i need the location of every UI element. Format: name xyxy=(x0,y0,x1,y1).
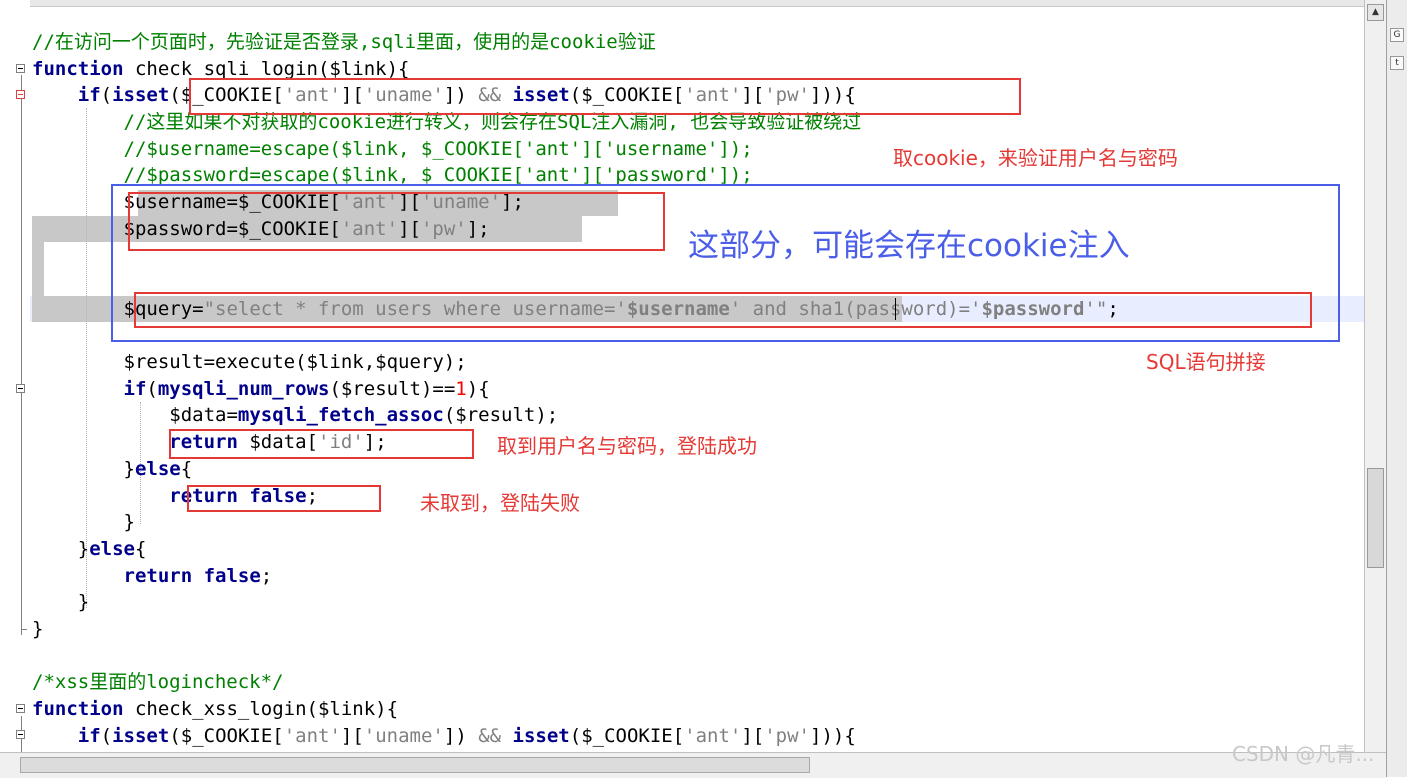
code-line[interactable]: if(isset($_COOKIE['ant']['uname']) && is… xyxy=(32,723,856,749)
code-token: } xyxy=(32,618,44,640)
cookie-check-box xyxy=(189,78,1021,115)
code-token: isset xyxy=(112,84,170,106)
annotation-login-fail: 未取到，登陆失败 xyxy=(420,491,580,515)
scrollbar-thumb[interactable] xyxy=(1367,468,1384,568)
code-line[interactable]: $result=execute($link,$query); xyxy=(32,349,467,375)
code-token: ($result); xyxy=(443,404,559,426)
code-token: 'pw' xyxy=(764,725,810,747)
code-token: isset xyxy=(112,725,170,747)
annotation-login-success: 取到用户名与密码，登陆成功 xyxy=(497,434,757,458)
panel-button[interactable]: G xyxy=(1390,28,1404,42)
fold-toggle-icon[interactable] xyxy=(16,90,25,99)
code-token: 'ant' xyxy=(684,725,742,747)
code-token: ){ xyxy=(466,378,490,400)
code-token: $result=execute($link,$query); xyxy=(32,351,467,373)
code-token: ]) xyxy=(443,725,479,747)
fold-gutter xyxy=(0,0,30,752)
code-token: else xyxy=(89,538,135,560)
fold-toggle-icon[interactable] xyxy=(16,64,25,73)
annotation-sql-concat: SQL语句拼接 xyxy=(1146,350,1266,374)
code-token: /*xss里面的logincheck*/ xyxy=(32,671,284,693)
code-editor[interactable]: //在访问一个页面时，先验证是否登录,sqli里面，使用的是cookie验证 fu… xyxy=(0,0,1364,752)
code-token: else xyxy=(134,458,181,480)
code-token: isset xyxy=(512,725,570,747)
code-token: } xyxy=(32,538,90,560)
code-token: { xyxy=(134,538,147,560)
code-token: ])){ xyxy=(810,725,856,747)
code-token: if xyxy=(123,378,147,400)
code-token: mysqli_num_rows xyxy=(157,378,330,400)
code-token: } xyxy=(32,511,135,533)
code-token: { xyxy=(180,458,193,480)
code-token: return false xyxy=(123,565,261,587)
code-line[interactable]: //在访问一个页面时，先验证是否登录,sqli里面，使用的是cookie验证 xyxy=(32,29,656,55)
code-line[interactable]: if(mysqli_num_rows($result)==1){ xyxy=(32,376,490,402)
code-token: ( xyxy=(100,725,113,747)
code-line[interactable]: $data=mysqli_fetch_assoc($result); xyxy=(32,402,558,428)
code-token: check_xss_login($link){ xyxy=(123,698,399,720)
horizontal-scrollbar-thumb[interactable] xyxy=(20,757,810,773)
code-token: if xyxy=(77,84,101,106)
scroll-up-icon[interactable]: ▲ xyxy=(1367,4,1384,21)
code-token: ($result)== xyxy=(329,378,456,400)
code-line[interactable]: } xyxy=(32,509,135,535)
code-line[interactable]: } xyxy=(32,589,89,615)
selection-highlight xyxy=(32,242,44,296)
code-token: //在访问一个页面时，先验证是否登录,sqli里面，使用的是cookie验证 xyxy=(32,31,656,53)
annotation-injection: 这部分，可能会存在cookie注入 xyxy=(688,228,1130,264)
horizontal-scrollbar[interactable] xyxy=(0,752,1386,778)
watermark: CSDN @凡青... xyxy=(1232,742,1375,766)
code-token: check_sqli_login($link){ xyxy=(123,58,410,80)
code-line[interactable]: }else{ xyxy=(32,456,193,482)
editor-top-border xyxy=(0,0,1364,7)
code-token: ( xyxy=(146,378,158,400)
code-line[interactable]: }else{ xyxy=(32,536,147,562)
code-token: } xyxy=(32,591,90,613)
code-token: function xyxy=(32,58,124,80)
code-token: } xyxy=(32,458,135,480)
code-line[interactable]: /*xss里面的logincheck*/ xyxy=(32,669,283,695)
code-token: ][ xyxy=(741,725,765,747)
code-token: 1 xyxy=(455,378,467,400)
code-line[interactable]: return false; xyxy=(32,563,273,589)
code-token: ][ xyxy=(340,725,364,747)
code-token: //$password=escape($link, $_COOKIE['ant'… xyxy=(123,164,753,186)
fold-end-marker xyxy=(21,629,27,630)
fold-toggle-icon[interactable] xyxy=(16,384,25,393)
code-line[interactable]: //$username=escape($link, $_COOKIE['ant'… xyxy=(32,136,753,162)
code-token: ; xyxy=(260,565,273,587)
fold-line xyxy=(21,75,22,635)
return-false-box xyxy=(187,485,381,512)
code-token: ($_COOKIE[ xyxy=(569,725,685,747)
code-token: mysqli_fetch_assoc xyxy=(237,404,444,426)
vertical-scrollbar[interactable]: ▲ xyxy=(1364,0,1387,752)
code-token: //$username=escape($link, $_COOKIE['ant'… xyxy=(123,138,753,160)
code-token: function xyxy=(32,698,124,720)
code-line[interactable]: } xyxy=(32,616,43,642)
code-token: ($_COOKIE[ xyxy=(169,725,284,747)
code-line[interactable]: function check_xss_login($link){ xyxy=(32,696,398,722)
code-token: 'ant' xyxy=(283,725,341,747)
code-token: 'uname' xyxy=(363,725,444,747)
code-token: $data= xyxy=(32,404,238,426)
return-id-box xyxy=(169,429,474,459)
code-token: if xyxy=(77,725,101,747)
annotation-cookie-check: 取cookie，来验证用户名与密码 xyxy=(893,146,1178,170)
code-token: && xyxy=(478,725,502,747)
fold-toggle-icon[interactable] xyxy=(16,730,25,739)
panel-button[interactable]: t xyxy=(1390,56,1404,70)
right-side-panel: G t xyxy=(1386,0,1407,777)
code-token: ( xyxy=(100,84,113,106)
fold-toggle-icon[interactable] xyxy=(16,704,25,713)
